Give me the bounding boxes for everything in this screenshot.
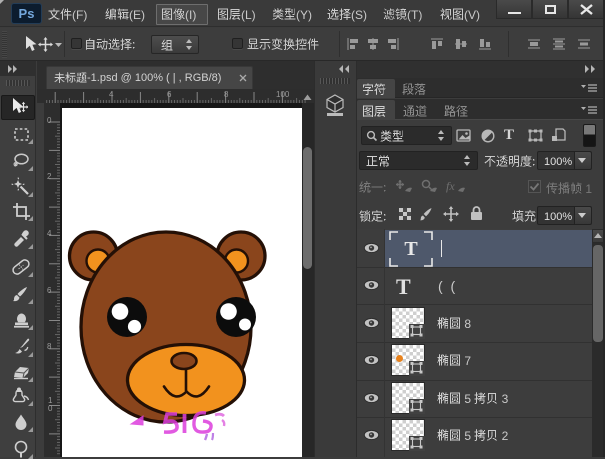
svg-text:fx: fx bbox=[446, 179, 455, 193]
